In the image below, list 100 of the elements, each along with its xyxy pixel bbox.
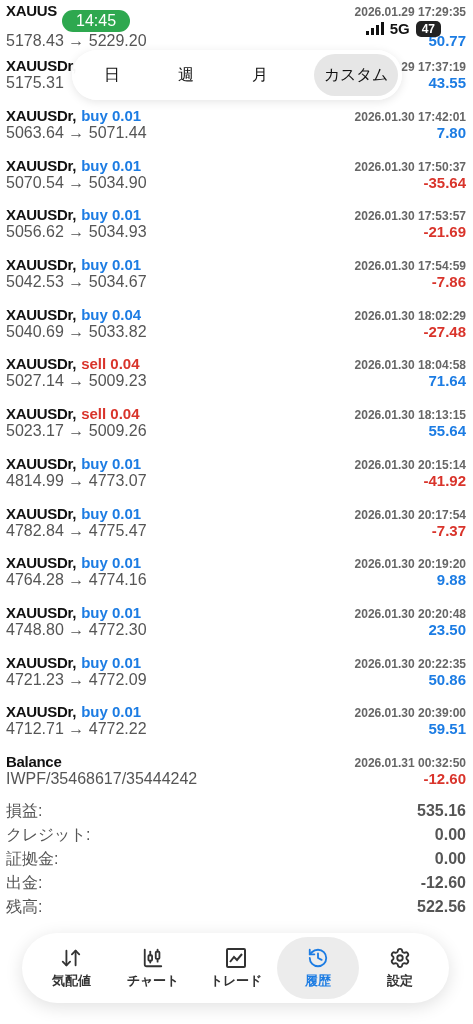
signal-icon	[365, 22, 384, 35]
profit-value: 7.80	[436, 124, 466, 142]
deal-time: 2026.01.30 17:50:37	[354, 159, 466, 174]
line-chart-icon	[224, 946, 247, 969]
deal-time: 2026.01.29 17:29:35	[354, 5, 466, 19]
deal-time: 2026.01.30 20:39:00	[354, 706, 466, 721]
battery-indicator: 47	[415, 20, 441, 37]
trade-type-label: buy 0.01	[81, 156, 142, 174]
summary-value: 535.16	[417, 802, 466, 821]
period-tab[interactable]: 週	[166, 54, 206, 96]
price-label: 5175.31	[6, 74, 64, 93]
profit-value: -21.69	[423, 223, 466, 241]
symbol-label: XAUUSDr,	[6, 554, 77, 572]
profit-value: 71.64	[428, 372, 466, 390]
price-label: 5063.64 → 5071.44	[6, 124, 147, 143]
symbol-label: XAUUSDr,	[6, 405, 77, 423]
status-time: 14:45	[62, 10, 131, 32]
price-label: 4712.71 → 4772.22	[6, 720, 147, 739]
profit-value: -35.64	[423, 173, 466, 191]
deal-time: 2026.01.30 17:53:57	[354, 209, 466, 224]
price-label: 4764.28 → 4774.16	[6, 571, 147, 590]
profit-value: 9.88	[436, 571, 466, 589]
profit-value: 55.64	[428, 422, 466, 440]
profit-value: 50.86	[428, 670, 466, 688]
symbol-label: XAUUSDr,	[6, 107, 77, 125]
summary-value: 522.56	[417, 898, 466, 917]
trade-type-label: buy 0.01	[81, 107, 142, 125]
price-label: 5027.14 → 5009.23	[6, 372, 147, 391]
trade-type-label: buy 0.01	[81, 256, 142, 274]
symbol-label: Balance	[6, 752, 62, 770]
summary-value: 0.00	[434, 826, 466, 845]
trade-type-label: sell 0.04	[81, 355, 140, 373]
trade-type-label: buy 0.04	[81, 305, 142, 323]
trade-type-label: buy 0.01	[81, 454, 142, 472]
price-label: 5040.69 → 5033.82	[6, 322, 147, 341]
profit-value: 43.55	[428, 74, 466, 92]
deal-time: 2026.01.31 00:32:50	[354, 755, 466, 770]
period-tab[interactable]: 月	[240, 54, 280, 96]
nav-tab[interactable]: 設定	[358, 937, 441, 999]
price-label: 5070.54 → 5034.90	[6, 173, 147, 192]
profit-value: 59.51	[428, 720, 466, 738]
nav-tab[interactable]: 履歴	[276, 937, 359, 999]
summary-label: クレジット:	[6, 824, 91, 845]
symbol-label: XAUUSDr,	[6, 603, 77, 621]
nav-tab[interactable]: トレード	[194, 937, 277, 999]
symbol-label: XAUUS	[6, 2, 57, 19]
deal-time: 2026.01.30 18:02:29	[354, 308, 466, 323]
deal-time: 2026.01.30 18:13:15	[354, 408, 466, 423]
deal-time: 2026.01.30 17:42:01	[354, 110, 466, 125]
symbol-label: XAUUSDr,	[6, 703, 77, 721]
deal-time: 29 17:37:19	[401, 60, 466, 75]
deal-time: 2026.01.30 20:20:48	[354, 606, 466, 621]
deal-time: 2026.01.30 17:54:59	[354, 259, 466, 274]
profit-value: -41.92	[423, 471, 466, 489]
network-label: 5G	[389, 20, 410, 37]
profit-value: -12.60	[423, 769, 466, 787]
summary-value: 0.00	[434, 850, 466, 869]
symbol-label: XAUUSDr,	[6, 504, 77, 522]
profit-value: -27.48	[423, 322, 466, 340]
profit-value: 23.50	[428, 620, 466, 638]
nav-tab[interactable]: チャート	[112, 937, 195, 999]
symbol-label: XAUUSDr,	[6, 57, 77, 75]
trade-type-label: buy 0.01	[81, 504, 142, 522]
price-label: 5042.53 → 5034.67	[6, 273, 147, 292]
price-label: IWPF/35468617/35444242	[6, 769, 198, 788]
profit-value: -7.86	[431, 273, 466, 291]
price-label: 4814.99 → 4773.07	[6, 471, 147, 490]
settings-icon	[388, 946, 411, 969]
symbol-label: XAUUSDr,	[6, 653, 77, 671]
nav-tab[interactable]: 気配値	[30, 937, 113, 999]
summary-label: 残高:	[6, 896, 43, 917]
price-label: 4782.84 → 4775.47	[6, 521, 147, 540]
symbol-label: XAUUSDr,	[6, 454, 77, 472]
trade-type-label: buy 0.01	[81, 703, 142, 721]
symbol-label: XAUUSDr,	[6, 156, 77, 174]
deal-time: 2026.01.30 20:22:35	[354, 656, 466, 671]
candlestick-icon	[142, 946, 165, 969]
symbol-label: XAUUSDr,	[6, 206, 77, 224]
period-tab[interactable]: 日	[92, 54, 132, 96]
trade-type-label: sell 0.04	[81, 405, 140, 423]
profit-value: -7.37	[431, 521, 466, 539]
trade-type-label: buy 0.01	[81, 206, 142, 224]
deal-time: 2026.01.30 20:19:20	[354, 557, 466, 572]
price-label: 5056.62 → 5034.93	[6, 223, 147, 242]
history-icon	[306, 946, 329, 969]
trade-type-label: buy 0.01	[81, 603, 142, 621]
symbol-label: XAUUSDr,	[6, 256, 77, 274]
trade-type-label: buy 0.01	[81, 554, 142, 572]
symbol-label: XAUUSDr,	[6, 305, 77, 323]
price-label: 5178.43 → 5229.20	[6, 32, 147, 50]
deal-time: 2026.01.30 18:04:58	[354, 358, 466, 373]
summary-value: -12.60	[420, 874, 466, 893]
deal-time: 2026.01.30 20:15:14	[354, 457, 466, 472]
price-label: 4721.23 → 4772.09	[6, 670, 147, 689]
symbol-label: XAUUSDr,	[6, 355, 77, 373]
summary-label: 損益:	[6, 800, 43, 821]
period-tab[interactable]: カスタム	[314, 54, 398, 96]
summary-label: 証拠金:	[6, 848, 59, 869]
price-label: 4748.80 → 4772.30	[6, 620, 147, 639]
deal-time: 2026.01.30 20:17:54	[354, 507, 466, 522]
